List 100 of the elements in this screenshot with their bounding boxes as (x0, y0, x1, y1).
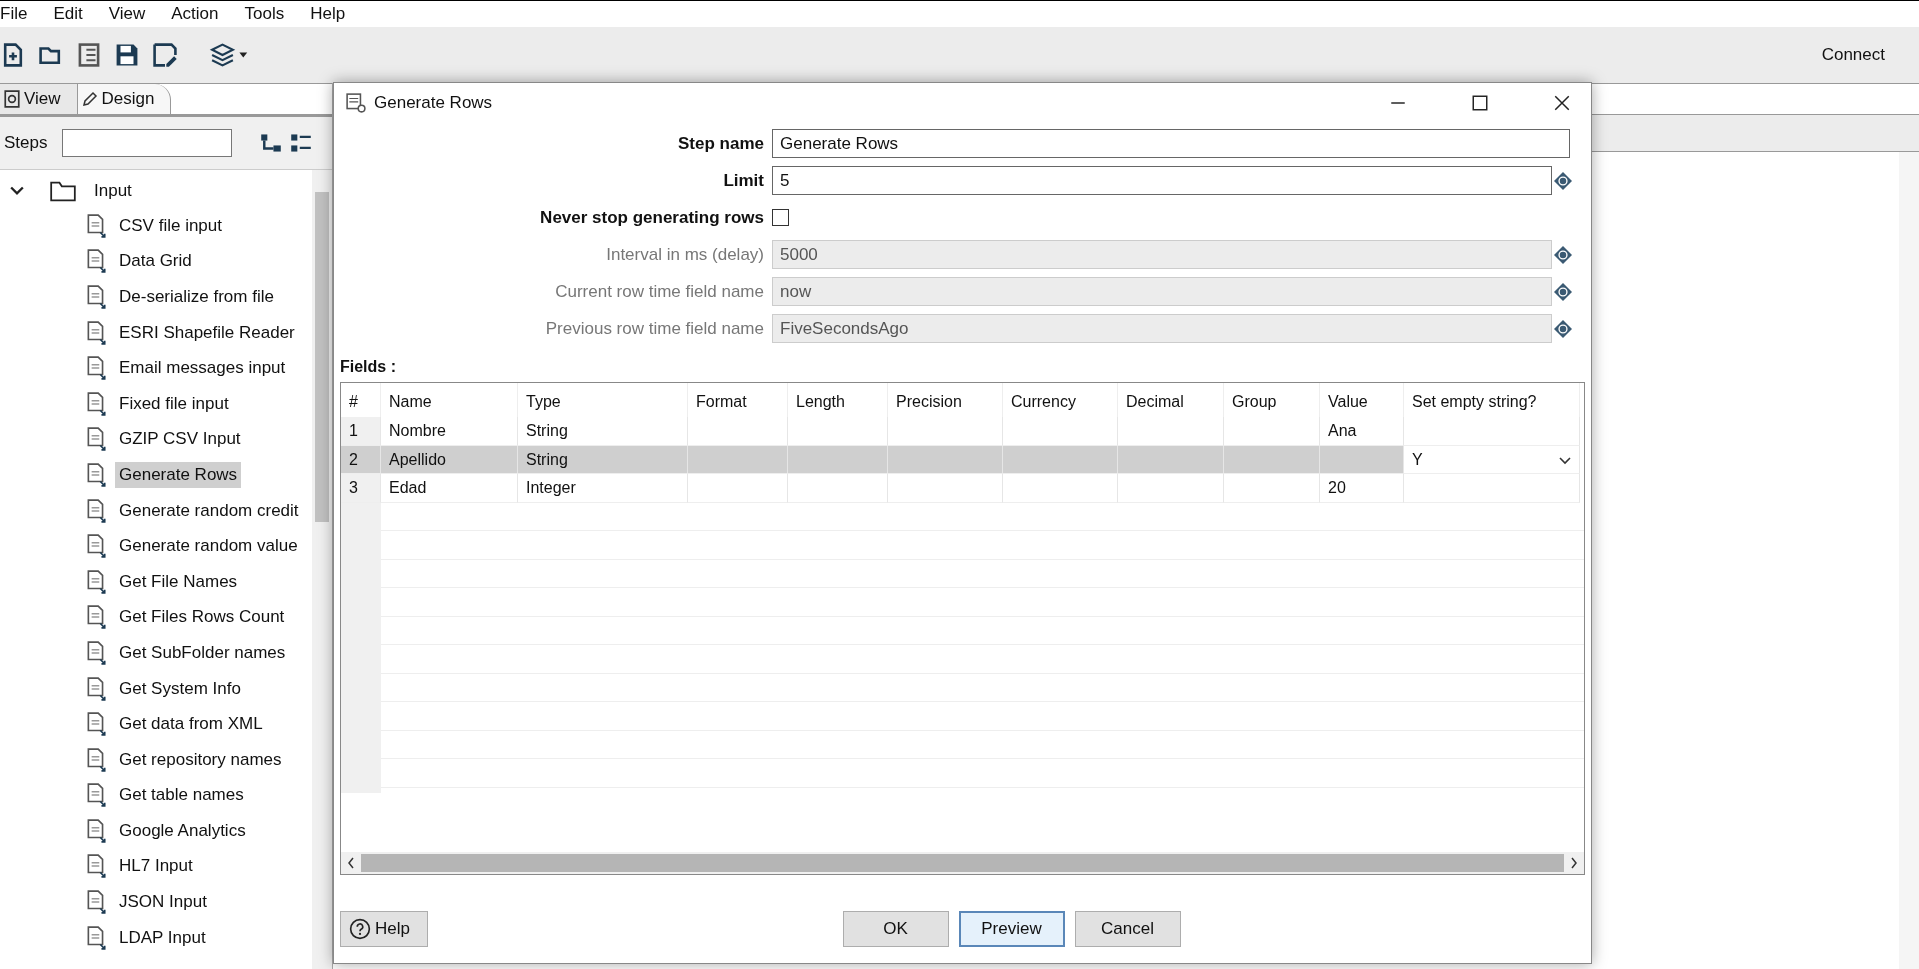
step-document-icon (85, 818, 107, 843)
step-document-icon (85, 712, 107, 737)
scrollbar[interactable] (1899, 152, 1919, 969)
field-label: Interval in ms (delay) (605, 244, 765, 265)
scroll-right-icon[interactable] (1570, 857, 1578, 869)
step-document-icon (85, 462, 107, 487)
horizontal-scrollbar[interactable] (341, 852, 1584, 874)
tree-item[interactable]: Get data from XML (115, 711, 267, 738)
maximize-icon[interactable] (1471, 94, 1489, 112)
tree-item[interactable]: HL7 Input (115, 853, 197, 880)
column-header[interactable]: Currency (1003, 383, 1118, 417)
connect-button[interactable]: Connect (1811, 39, 1895, 71)
save-as-icon[interactable] (152, 42, 178, 68)
step-document-icon (85, 783, 107, 808)
panel-tab[interactable]: View (0, 84, 78, 114)
tree-item[interactable]: CSV file input (115, 212, 226, 239)
step-document-icon (85, 213, 107, 238)
menu-item[interactable]: File (0, 4, 28, 24)
column-header[interactable]: Decimal (1118, 383, 1224, 417)
dropdown-caret-icon[interactable] (1559, 456, 1571, 465)
menu-item[interactable]: View (108, 4, 146, 24)
tree-item[interactable]: GZIP CSV Input (115, 426, 245, 453)
step-document-icon (85, 747, 107, 772)
table-cell: Integer (518, 474, 688, 503)
dialog-title: Generate Rows (374, 93, 493, 113)
tree-item[interactable]: Get System Info (115, 675, 245, 702)
column-header[interactable]: Precision (888, 383, 1003, 417)
column-header[interactable]: Format (688, 383, 788, 417)
tree-item[interactable]: ESRI Shapefile Reader (115, 319, 299, 346)
tree-item[interactable]: Get Files Rows Count (115, 604, 289, 631)
dialog-button[interactable]: Preview (958, 911, 1065, 947)
column-header[interactable]: Set empty string? (1404, 383, 1580, 417)
step-document-icon (85, 427, 107, 452)
table-cell: Nombre (381, 417, 518, 446)
tree-view-icon[interactable] (260, 133, 282, 153)
checkbox[interactable] (772, 209, 789, 226)
step-document-icon (85, 534, 107, 559)
scroll-left-icon[interactable] (347, 857, 355, 869)
menu-item[interactable]: Help (310, 4, 346, 24)
field-label: Limit (722, 170, 765, 191)
row-number: 3 (341, 474, 381, 503)
table-cell: String (518, 417, 688, 446)
step-document-icon (85, 569, 107, 594)
variable-icon[interactable] (1554, 171, 1572, 190)
table-cell: 20 (1320, 474, 1404, 503)
table-cell: String (518, 445, 688, 474)
column-header[interactable]: Name (381, 383, 518, 417)
close-icon[interactable] (1553, 94, 1571, 112)
dialog-button[interactable]: OK (842, 911, 949, 947)
table-cell: Apellido (381, 445, 518, 474)
row-number: 2 (341, 445, 381, 474)
menu-item[interactable]: Tools (244, 4, 285, 24)
save-icon[interactable] (114, 42, 140, 68)
tree-item[interactable]: JSON Input (115, 889, 211, 916)
scrollbar[interactable] (312, 170, 332, 969)
text-field[interactable]: Generate Rows (772, 129, 1570, 158)
column-header[interactable]: Value (1320, 383, 1404, 417)
steps-search-field[interactable] (62, 129, 232, 157)
tree-item[interactable]: Get table names (115, 782, 248, 809)
generate-rows-icon (346, 93, 366, 113)
tree-item[interactable]: De-serialize from file (115, 284, 278, 310)
column-header[interactable]: Length (788, 383, 888, 417)
layers-icon[interactable] (208, 42, 250, 68)
tree-item[interactable]: Google Analytics (115, 817, 250, 844)
help-button[interactable]: Help (340, 911, 428, 947)
tree-item[interactable]: Generate random value (115, 533, 302, 560)
tree-item[interactable]: LDAP Input (115, 924, 210, 951)
tree-item[interactable]: Get repository names (115, 746, 286, 773)
step-document-icon (85, 925, 107, 950)
menu-item[interactable]: Edit (53, 4, 83, 24)
text-field[interactable]: 5 (772, 166, 1552, 195)
tree-item[interactable]: Generate Rows (115, 461, 242, 488)
step-document-icon (85, 391, 107, 416)
tree-item[interactable]: Get SubFolder names (115, 639, 290, 666)
panel-tab[interactable]: Design (77, 84, 172, 114)
step-document-icon (85, 498, 107, 523)
list-icon[interactable] (76, 42, 102, 68)
table-cell: Edad (381, 474, 518, 503)
dialog-button[interactable]: Cancel (1074, 911, 1181, 947)
field-label: Previous row time field name (544, 318, 765, 339)
menu-item[interactable]: Action (171, 4, 219, 24)
field-label: Current row time field name (554, 281, 765, 302)
column-header[interactable]: Type (518, 383, 688, 417)
field-label: Step name (677, 133, 765, 154)
step-document-icon (85, 320, 107, 345)
tree-item[interactable]: Generate random credit (115, 497, 303, 524)
step-document-icon (85, 890, 107, 915)
tree-item[interactable]: Get File Names (115, 568, 242, 595)
tree-item[interactable]: Fixed file input (115, 390, 233, 417)
step-document-icon (85, 854, 107, 879)
step-document-icon (85, 285, 107, 309)
tree-folder-label[interactable]: Input (90, 178, 136, 204)
list-view-icon[interactable] (290, 133, 312, 153)
row-number: 1 (341, 417, 381, 446)
column-header[interactable]: Group (1224, 383, 1320, 417)
tree-item[interactable]: Email messages input (115, 355, 290, 382)
tree-item[interactable]: Data Grid (115, 248, 196, 275)
step-document-icon (85, 640, 107, 665)
collapse-chevron-icon[interactable] (10, 186, 24, 196)
fields-label: Fields : (339, 357, 397, 377)
